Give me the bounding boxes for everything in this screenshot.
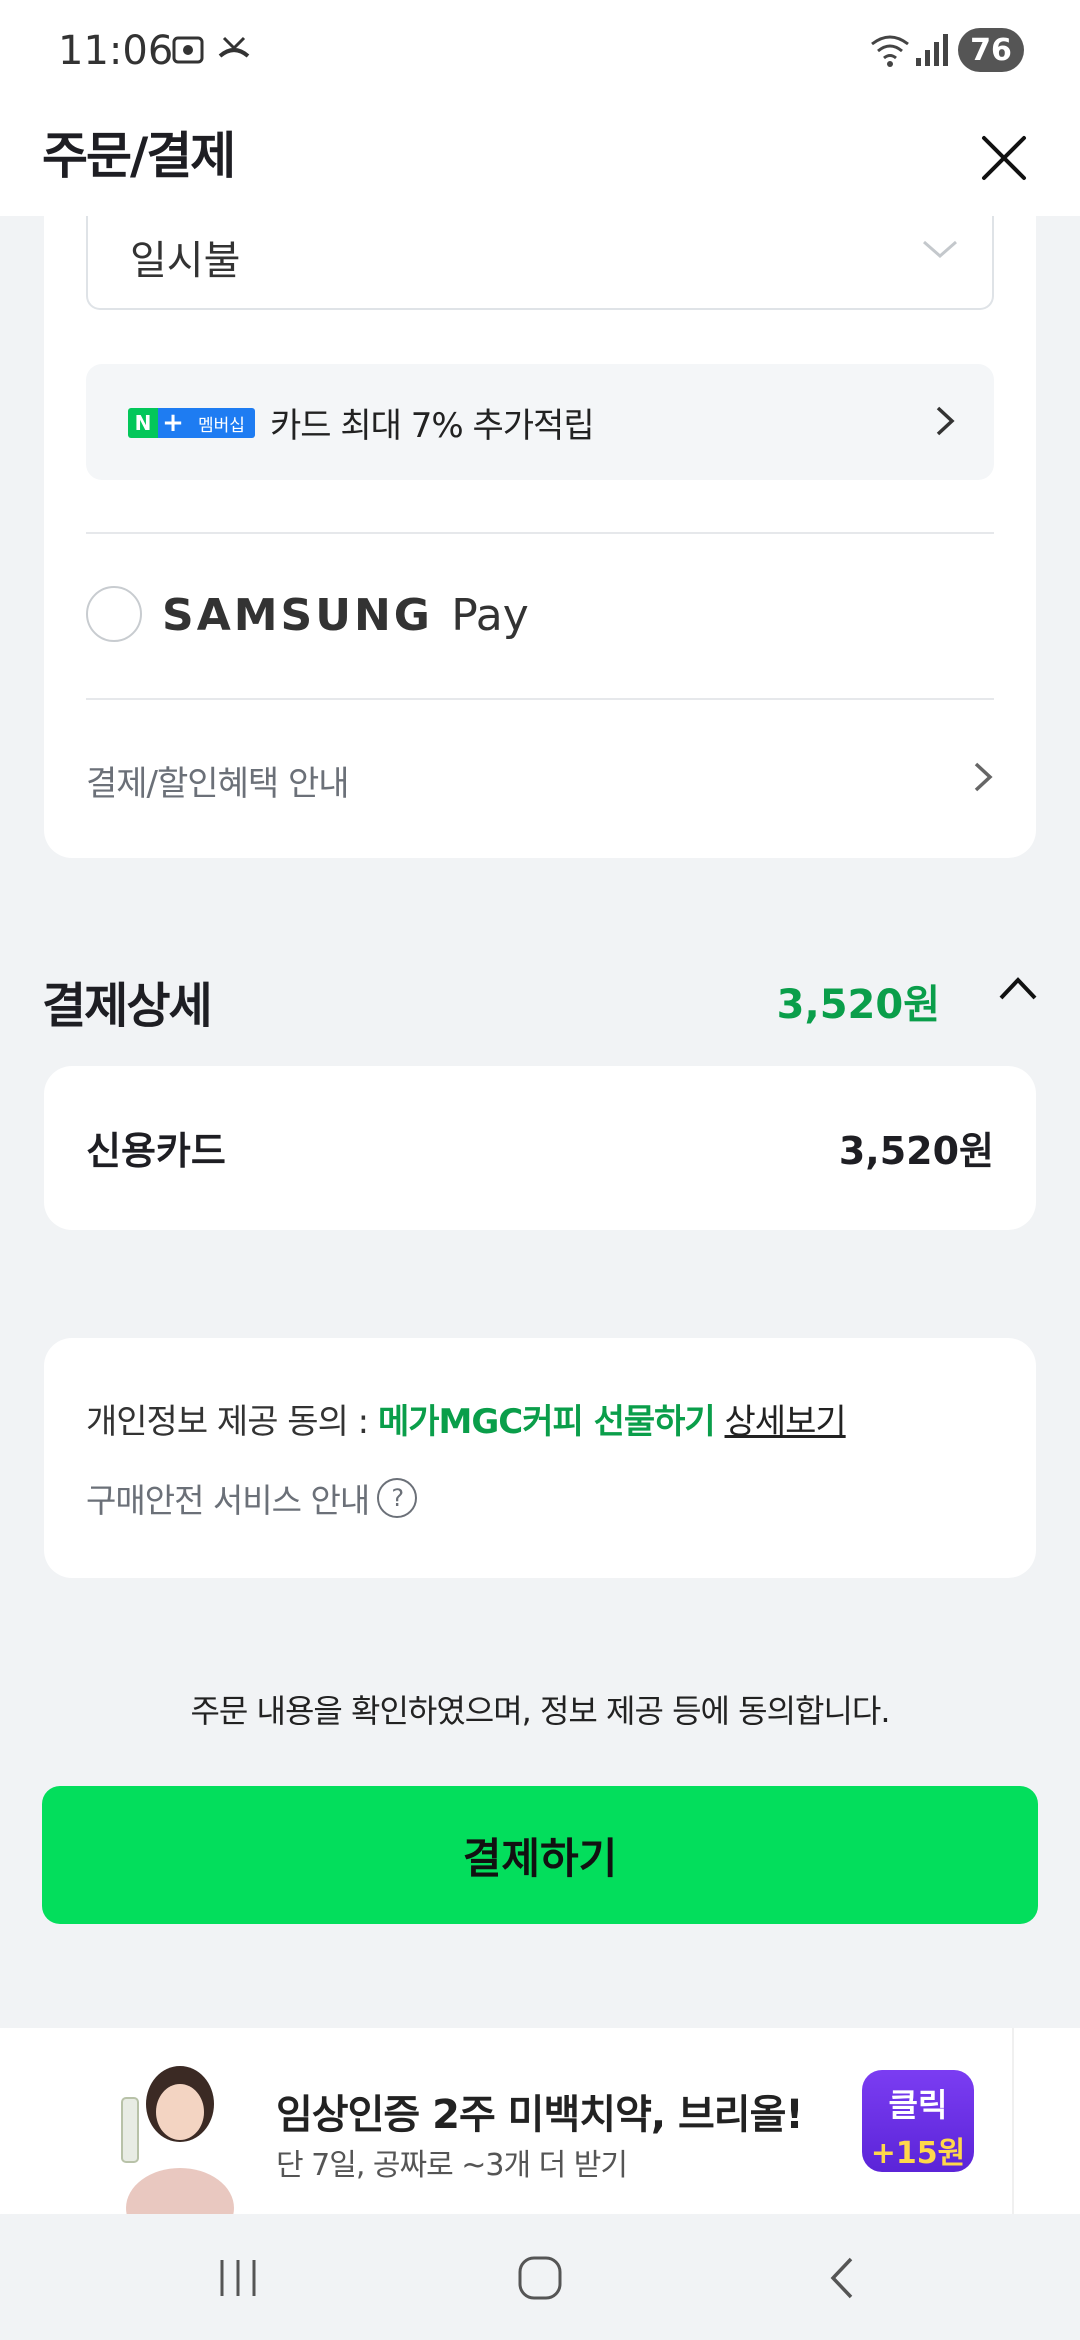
chevron-up-icon: [999, 977, 1037, 1000]
payment-benefit-info-link[interactable]: 결제/할인혜택 안내: [86, 756, 350, 805]
payment-amount: 3,520원: [838, 1129, 994, 1173]
divider: [86, 698, 994, 700]
ad-model-image: [108, 2058, 238, 2214]
installment-select[interactable]: 일시불: [86, 216, 994, 310]
back-icon: [830, 2257, 853, 2299]
ad-title: 임상인증 2주 미백치약, 브리올!: [276, 2092, 804, 2138]
ad-divider: [1012, 2028, 1014, 2214]
payment-detail-toggle[interactable]: [998, 974, 1038, 1006]
screenshot-icon: [168, 30, 208, 79]
close-icon: [982, 136, 1026, 180]
missed-call-icon: [214, 30, 254, 79]
ad-banner[interactable]: 임상인증 2주 미백치약, 브리올! 단 7일, 공짜로 ~3개 더 받기 클릭…: [0, 2028, 1080, 2214]
header: 주문/결제: [0, 100, 1080, 216]
privacy-consent-line: 개인정보 제공 동의 : 메가MGC커피 선물하기 상세보기: [86, 1394, 847, 1443]
consent-prefix: 개인정보 제공 동의 :: [86, 1402, 378, 1442]
home-button[interactable]: [500, 2252, 580, 2304]
status-time: 11:06: [58, 28, 174, 74]
samsung-pay-brand: SAMSUNG: [162, 590, 433, 641]
status-bar: 11:06 76: [0, 0, 1080, 100]
order-confirm-text: 주문 내용을 확인하였으며, 정보 제공 등에 동의합니다.: [190, 1692, 890, 1730]
chevron-right-icon: [936, 406, 955, 436]
recent-apps-button[interactable]: [198, 2252, 278, 2304]
wifi-icon: [868, 30, 912, 79]
membership-benefit-banner[interactable]: N + 멤버십 카드 최대 7% 추가적립: [86, 364, 994, 480]
chevron-right-icon[interactable]: [972, 760, 994, 794]
signal-icon: [914, 30, 950, 79]
help-icon[interactable]: ?: [377, 1478, 418, 1518]
reward-amount: +15원: [870, 2136, 966, 2171]
badge-n: N: [128, 408, 158, 438]
divider: [86, 532, 994, 534]
back-button[interactable]: [802, 2252, 882, 2304]
naver-membership-badge: N + 멤버십: [128, 408, 255, 438]
reward-label: 클릭: [888, 2086, 948, 2124]
home-icon: [518, 2256, 562, 2300]
samsung-pay-logo[interactable]: SAMSUNG Pay: [162, 590, 529, 641]
badge-label: 멤버십: [188, 408, 255, 438]
purchase-safety-info[interactable]: 구매안전 서비스 안내 ?: [86, 1474, 418, 1522]
badge-plus: +: [158, 408, 188, 438]
recent-apps-icon: [220, 2260, 256, 2296]
payment-detail-title: 결제상세: [42, 978, 213, 1034]
payment-method-card: 일시불 N + 멤버십 카드 최대 7% 추가적립 SAMSUNG Pay 결제…: [44, 216, 1036, 858]
payment-method-name: 신용카드: [86, 1129, 226, 1173]
installment-value: 일시불: [130, 238, 241, 284]
samsung-pay-suffix: Pay: [451, 590, 529, 641]
chevron-down-icon: [923, 240, 957, 258]
payment-total: 3,520원: [776, 982, 940, 1028]
payment-detail-card: 신용카드 3,520원: [44, 1066, 1036, 1230]
safety-label: 구매안전 서비스 안내: [86, 1481, 370, 1520]
system-nav-bar: [0, 2214, 1080, 2340]
benefit-text: 카드 최대 7% 추가적립: [270, 406, 595, 446]
ad-subtitle: 단 7일, 공짜로 ~3개 더 받기: [276, 2148, 628, 2183]
page-title: 주문/결제: [42, 127, 236, 185]
samsung-pay-radio[interactable]: [86, 586, 142, 642]
consent-card: 개인정보 제공 동의 : 메가MGC커피 선물하기 상세보기 구매안전 서비스 …: [44, 1338, 1036, 1578]
consent-detail-link[interactable]: 상세보기: [725, 1402, 847, 1442]
consent-service-name: 메가MGC커피 선물하기: [377, 1402, 716, 1442]
pay-button[interactable]: 결제하기: [42, 1786, 1038, 1924]
close-button[interactable]: [968, 122, 1040, 194]
ad-reward-button[interactable]: 클릭 +15원: [862, 2070, 974, 2172]
battery-indicator: 76: [958, 28, 1024, 72]
